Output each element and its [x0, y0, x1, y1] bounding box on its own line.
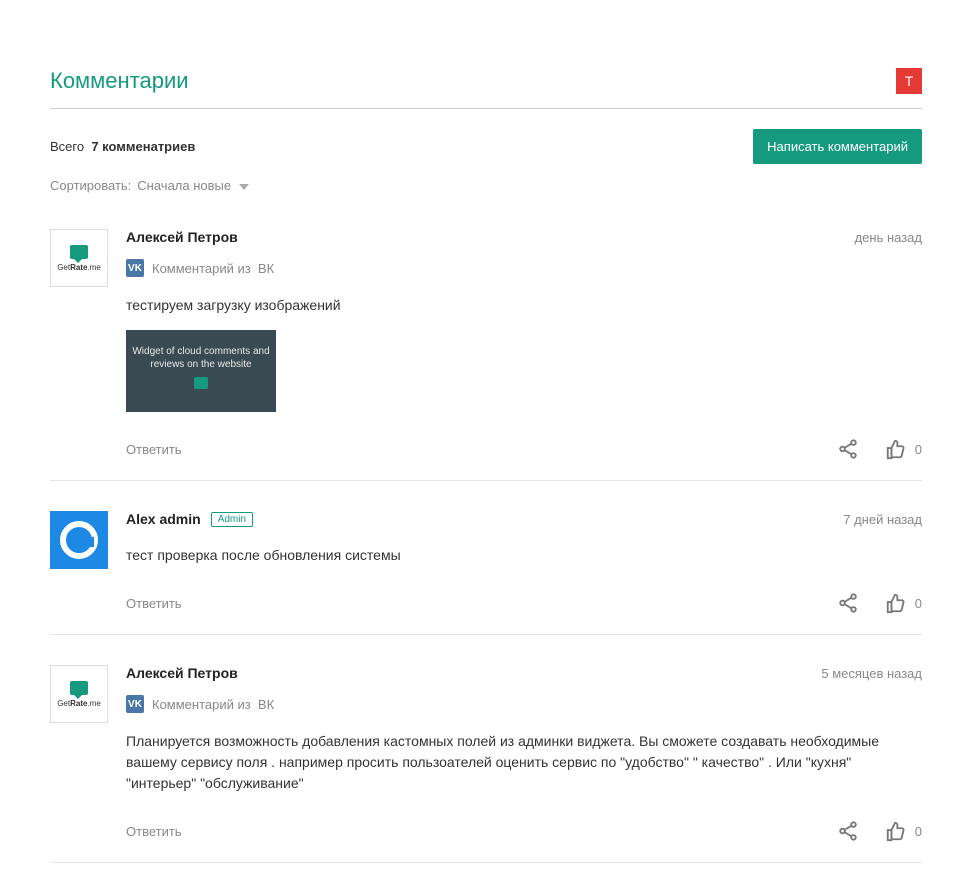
vk-icon: VK: [126, 695, 144, 713]
reply-button[interactable]: Ответить: [126, 442, 182, 457]
share-icon[interactable]: [837, 820, 859, 842]
write-comment-button[interactable]: Написать комментарий: [753, 129, 922, 164]
comment: GetRate.me Алексей Петров день назад VK Комм…: [50, 229, 922, 481]
comment-text: тестируем загрузку изображений: [126, 295, 922, 316]
thumbs-up-icon: [885, 820, 907, 842]
comment-body: Алексей Петров день назад VK Комментарий из…: [126, 229, 922, 460]
comment-actions: Ответить 0: [126, 820, 922, 842]
like-count: 0: [915, 596, 922, 611]
page-title: Комментарии: [50, 68, 189, 94]
comment-text: Планируется возможность добавления касто…: [126, 731, 922, 794]
comment: Alex admin Admin 7 дней назад тест проверка…: [50, 511, 922, 635]
profile-badge[interactable]: T: [896, 68, 922, 94]
comment-timestamp: 7 дней назад: [843, 512, 922, 527]
meta-row: Всего 7 комменатриев Написать комментари…: [50, 129, 922, 164]
avatar[interactable]: [50, 511, 108, 569]
comment-timestamp: день назад: [855, 230, 922, 245]
reply-button[interactable]: Ответить: [126, 824, 182, 839]
comment-author[interactable]: Алексей Петров: [126, 665, 238, 681]
like-count: 0: [915, 442, 922, 457]
chevron-down-icon: [239, 184, 249, 190]
comment-source: VK Комментарий из ВК: [126, 259, 922, 277]
comment-author[interactable]: Алексей Петров: [126, 229, 238, 245]
total-label: Всего: [50, 139, 84, 154]
comment-text: тест проверка после обновления системы: [126, 545, 922, 566]
sort-value-text: Сначала новые: [137, 178, 231, 193]
reply-button[interactable]: Ответить: [126, 596, 182, 611]
comment-body: Alex admin Admin 7 дней назад тест проверка…: [126, 511, 922, 614]
sort-label: Сортировать:: [50, 178, 131, 193]
source-text: Комментарий из ВК: [152, 261, 274, 276]
total-comments: Всего 7 комменатриев: [50, 139, 195, 154]
like-button[interactable]: 0: [885, 438, 922, 460]
attachment-image[interactable]: Widget of cloud comments and reviews on …: [126, 330, 276, 412]
comment-header: Алексей Петров день назад: [126, 229, 922, 245]
like-count: 0: [915, 824, 922, 839]
total-count: 7 комменатриев: [91, 139, 195, 154]
comment-header: Алексей Петров 5 месяцев назад: [126, 665, 922, 681]
sort-dropdown[interactable]: Сначала новые: [137, 178, 248, 193]
avatar[interactable]: GetRate.me: [50, 229, 108, 287]
thumbs-up-icon: [885, 592, 907, 614]
admin-badge: Admin: [211, 512, 253, 527]
share-icon[interactable]: [837, 438, 859, 460]
comment-timestamp: 5 месяцев назад: [821, 666, 922, 681]
comment-header: Alex admin Admin 7 дней назад: [126, 511, 922, 527]
header: Комментарии T: [50, 0, 922, 109]
comment-source: VK Комментарий из ВК: [126, 695, 922, 713]
comment-actions: Ответить 0: [126, 592, 922, 614]
comment: GetRate.me Алексей Петров 5 месяцев назад V…: [50, 665, 922, 863]
comment-body: Алексей Петров 5 месяцев назад VK Комментар…: [126, 665, 922, 842]
vk-icon: VK: [126, 259, 144, 277]
sort-row: Сортировать: Сначала новые: [50, 178, 922, 193]
like-button[interactable]: 0: [885, 592, 922, 614]
like-button[interactable]: 0: [885, 820, 922, 842]
comment-actions: Ответить 0: [126, 438, 922, 460]
avatar[interactable]: GetRate.me: [50, 665, 108, 723]
thumbs-up-icon: [885, 438, 907, 460]
source-text: Комментарий из ВК: [152, 697, 274, 712]
comment-author[interactable]: Alex admin: [126, 511, 201, 527]
share-icon[interactable]: [837, 592, 859, 614]
